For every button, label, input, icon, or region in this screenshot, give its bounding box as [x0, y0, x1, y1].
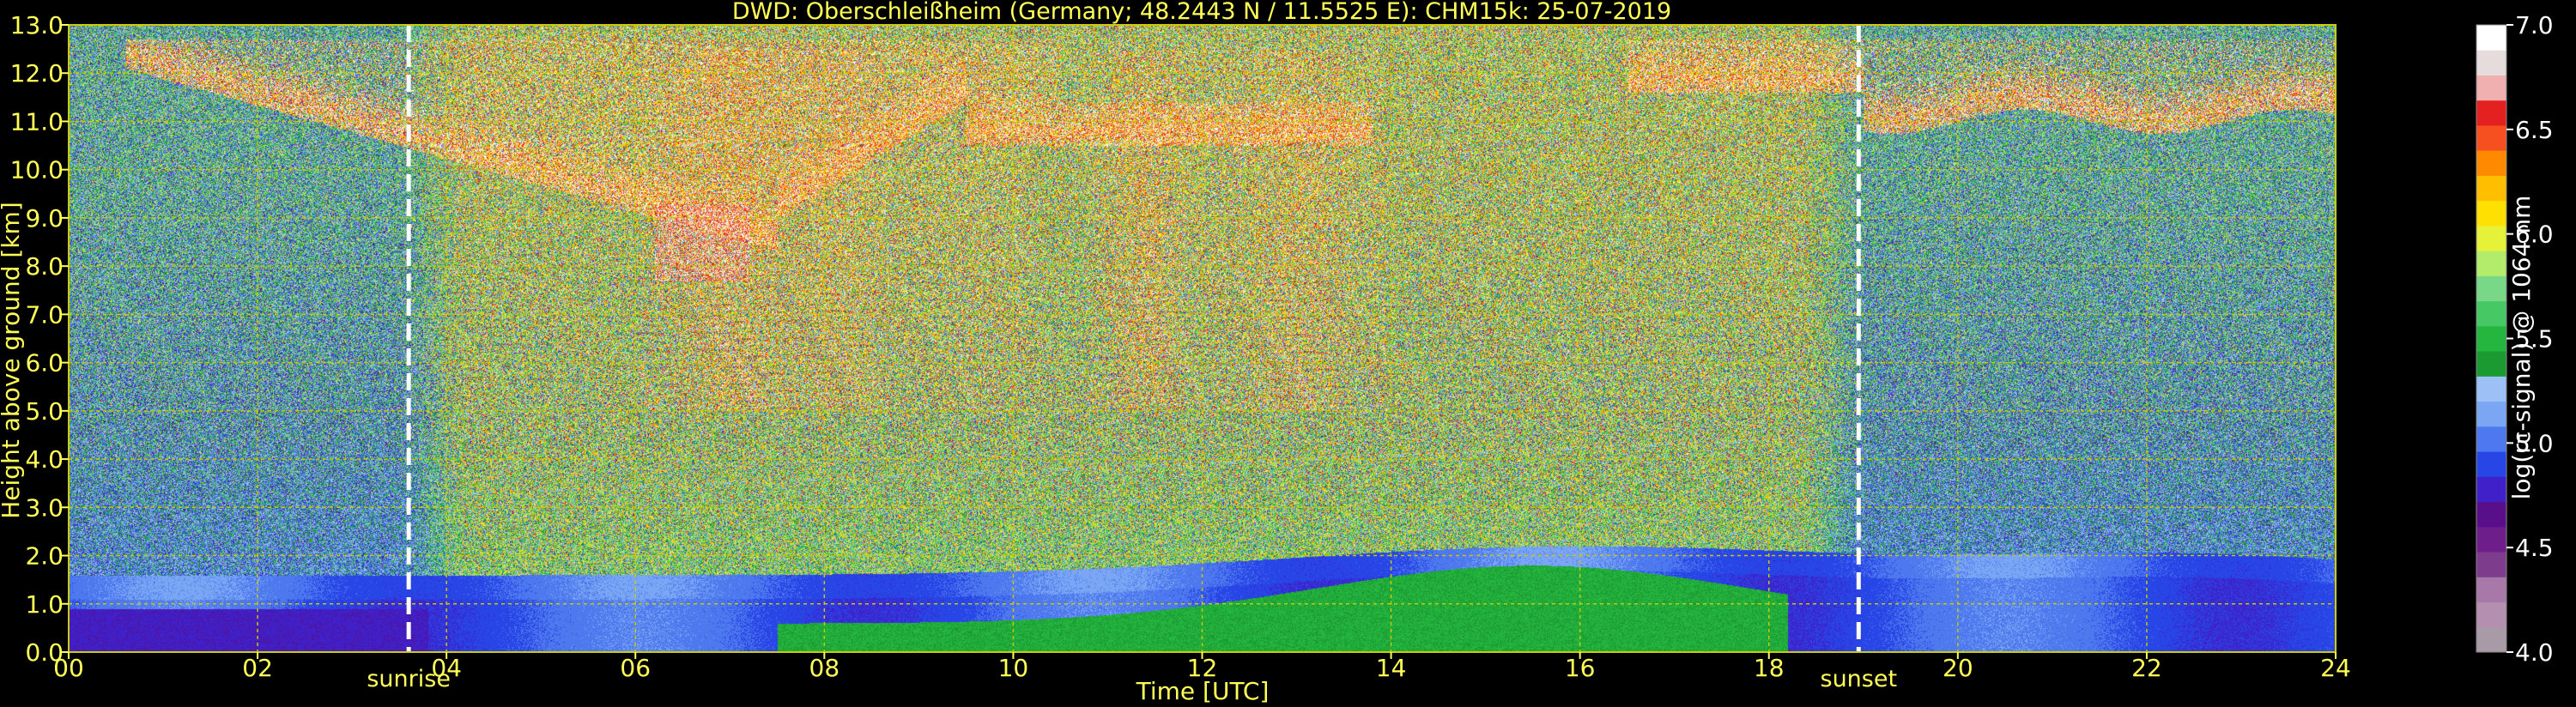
- x-tick-label: 14: [1376, 654, 1407, 682]
- colorbar: 4.0 4.5 5.0 5.5 6.0 6.5 7.0: [2476, 11, 2554, 667]
- colorbar-swatch: [2476, 577, 2506, 603]
- y-tick-label: 12.0: [10, 59, 64, 88]
- y-tick-label: 1.0: [25, 590, 64, 619]
- colorbar-swatch: [2476, 100, 2506, 126]
- colorbar-swatch: [2476, 75, 2506, 101]
- colorbar-tick-label: 6.5: [2515, 116, 2554, 144]
- colorbar-tick-label: 5.0: [2515, 429, 2554, 457]
- colorbar-swatch: [2476, 501, 2506, 528]
- plot-area: sunrise sunset00 02 04 06 08 10 12 14 16 18 20 22 240…: [10, 11, 2351, 692]
- colorbar-swatch: [2476, 401, 2506, 427]
- y-tick-label: 7.0: [25, 300, 64, 329]
- x-tick-label: 06: [620, 654, 651, 682]
- y-tick-label: 6.0: [25, 349, 64, 378]
- colorbar-swatch: [2476, 175, 2506, 202]
- x-tick-label: 18: [1754, 654, 1785, 682]
- y-tick-label: 2.0: [25, 542, 64, 571]
- y-tick-label: 8.0: [25, 252, 64, 281]
- colorbar-swatch: [2476, 451, 2506, 477]
- colorbar-swatch: [2476, 300, 2506, 327]
- y-tick-label: 5.0: [25, 397, 64, 426]
- y-tick-label: 0.0: [25, 638, 64, 667]
- x-tick-label: 20: [1943, 654, 1973, 682]
- colorbar-swatch: [2476, 526, 2506, 553]
- colorbar-swatch: [2476, 476, 2506, 503]
- y-tick-label: 4.0: [25, 445, 64, 474]
- x-tick-label: 02: [242, 654, 273, 682]
- x-tick-label: 10: [998, 654, 1029, 682]
- colorbar-swatch: [2476, 124, 2506, 151]
- colorbar-swatch: [2476, 275, 2506, 302]
- colorbar-tick-label: 5.5: [2515, 325, 2554, 354]
- x-tick-label: 08: [809, 654, 840, 682]
- y-tick-label: 3.0: [25, 493, 64, 522]
- colorbar-swatch: [2476, 376, 2506, 402]
- x-tick-label: 04: [431, 654, 462, 682]
- colorbar-swatch: [2476, 251, 2506, 276]
- y-tick-label: 13.0: [10, 11, 64, 39]
- x-tick-label: 16: [1565, 654, 1596, 682]
- y-tick-label: 9.0: [25, 204, 64, 233]
- colorbar-swatch: [2476, 601, 2506, 628]
- colorbar-tick-label: 6.0: [2515, 221, 2554, 249]
- colorbar-swatch: [2476, 552, 2506, 577]
- colorbar-swatch: [2476, 351, 2506, 377]
- x-tick-label: 24: [2320, 654, 2351, 682]
- x-tick-label: 12: [1187, 654, 1218, 682]
- y-axis-label: Height above ground [km]: [0, 202, 25, 519]
- colorbar-swatch: [2476, 626, 2506, 653]
- colorbar-swatch: [2476, 50, 2506, 76]
- x-tick-label: 22: [2131, 654, 2162, 682]
- colorbar-tick-label: 4.5: [2515, 534, 2554, 562]
- y-tick-label: 11.0: [10, 107, 64, 136]
- colorbar-swatch: [2476, 25, 2506, 51]
- annotation-label: sunset: [1821, 666, 1898, 692]
- colorbar-swatch: [2476, 150, 2506, 176]
- colorbar-tick-label: 7.0: [2515, 11, 2554, 39]
- y-tick-label: 10.0: [10, 156, 64, 184]
- colorbar-swatch: [2476, 200, 2506, 227]
- colorbar-swatch: [2476, 325, 2506, 352]
- colorbar-tick-label: 4.0: [2515, 638, 2554, 667]
- colorbar-swatch: [2476, 225, 2506, 251]
- lidar-chart: DWD: Oberschleißheim (Germany; 48.2443 N…: [0, 0, 2554, 705]
- chart-title: DWD: Oberschleißheim (Germany; 48.2443 N…: [732, 0, 1671, 25]
- colorbar-swatch: [2476, 426, 2506, 452]
